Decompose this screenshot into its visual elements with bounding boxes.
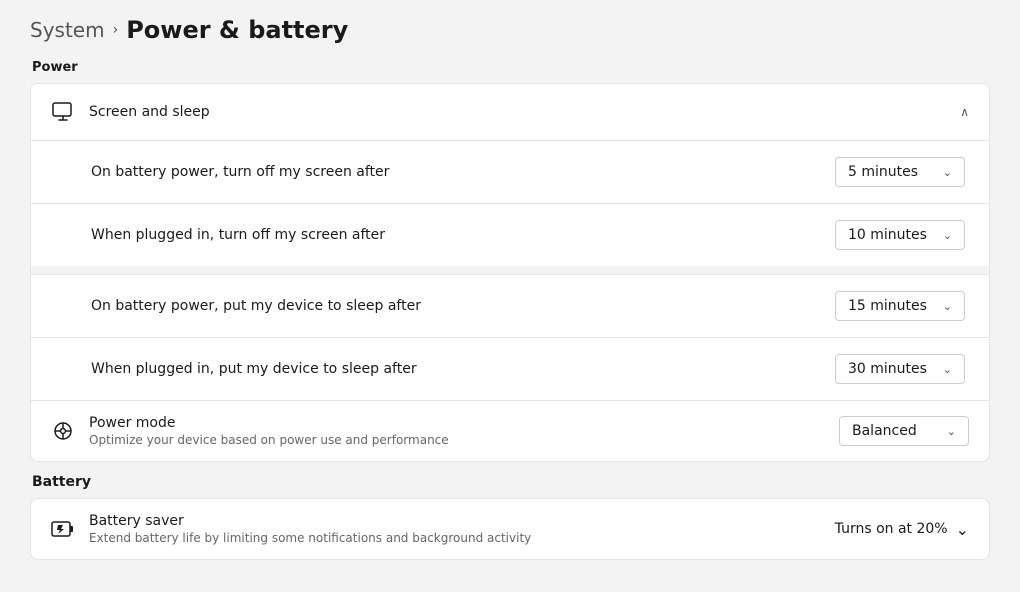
screen-sleep-card: Screen and sleep ∧ On battery power, tur… <box>30 83 990 462</box>
setting-row-2: On battery power, put my device to sleep… <box>31 274 989 337</box>
battery-saver-subtitle: Extend battery life by limiting some not… <box>89 531 531 545</box>
plugged-sleep-dropdown[interactable]: 30 minutes ⌄ <box>835 354 965 384</box>
battery-sleep-value: 15 minutes <box>848 298 927 314</box>
plugged-sleep-value: 30 minutes <box>848 361 927 377</box>
battery-sleep-chevron-icon: ⌄ <box>943 300 952 313</box>
power-mode-icon <box>51 419 75 443</box>
page-container: System › Power & battery Power Screen an… <box>0 0 1020 592</box>
battery-screen-off-value: 5 minutes <box>848 164 918 180</box>
setting-label-3: When plugged in, put my device to sleep … <box>91 361 417 377</box>
setting-label-0: On battery power, turn off my screen aft… <box>91 164 389 180</box>
setting-label-2: On battery power, put my device to sleep… <box>91 298 421 314</box>
power-mode-subtitle: Optimize your device based on power use … <box>89 433 449 447</box>
plugged-sleep-chevron-icon: ⌄ <box>943 363 952 376</box>
power-mode-chevron-icon: ⌄ <box>947 425 956 438</box>
screen-sleep-title: Screen and sleep <box>89 104 210 120</box>
power-mode-dropdown[interactable]: Balanced ⌄ <box>839 416 969 446</box>
page-title: Power & battery <box>126 16 348 44</box>
battery-saver-value: Turns on at 20% <box>835 521 948 537</box>
setting-row-1: When plugged in, turn off my screen afte… <box>31 203 989 266</box>
battery-screen-off-chevron-icon: ⌄ <box>943 166 952 179</box>
battery-screen-off-dropdown[interactable]: 5 minutes ⌄ <box>835 157 965 187</box>
battery-saver-title: Battery saver <box>89 513 531 529</box>
screen-sleep-header[interactable]: Screen and sleep ∧ <box>31 84 989 140</box>
breadcrumb-chevron-icon: › <box>113 22 119 38</box>
setting-row-0: On battery power, turn off my screen aft… <box>31 141 989 203</box>
battery-saver-chevron-icon: ⌄ <box>956 520 969 539</box>
plugged-screen-off-value: 10 minutes <box>848 227 927 243</box>
power-mode-value: Balanced <box>852 423 917 439</box>
battery-saver-row[interactable]: Battery saver Extend battery life by lim… <box>31 499 989 559</box>
screen-sleep-icon <box>51 100 75 124</box>
plugged-screen-off-chevron-icon: ⌄ <box>943 229 952 242</box>
setting-label-1: When plugged in, turn off my screen afte… <box>91 227 385 243</box>
battery-section-label: Battery <box>30 474 990 490</box>
breadcrumb-system[interactable]: System <box>30 18 105 42</box>
group-divider <box>31 266 989 274</box>
screen-sleep-rows: On battery power, turn off my screen aft… <box>31 140 989 400</box>
setting-row-3: When plugged in, put my device to sleep … <box>31 337 989 400</box>
power-section-label: Power <box>30 60 990 75</box>
battery-card: Battery saver Extend battery life by lim… <box>30 498 990 560</box>
screen-sleep-chevron-up-icon: ∧ <box>960 105 969 119</box>
battery-sleep-dropdown[interactable]: 15 minutes ⌄ <box>835 291 965 321</box>
battery-saver-right: Turns on at 20% ⌄ <box>835 520 969 539</box>
breadcrumb: System › Power & battery <box>30 10 990 44</box>
power-mode-row[interactable]: Power mode Optimize your device based on… <box>31 401 989 461</box>
battery-saver-icon <box>51 517 75 541</box>
power-mode-title: Power mode <box>89 415 449 431</box>
plugged-screen-off-dropdown[interactable]: 10 minutes ⌄ <box>835 220 965 250</box>
